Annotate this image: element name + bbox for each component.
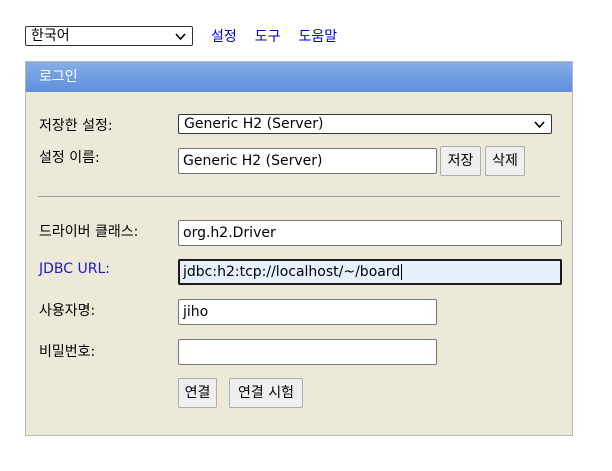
language-select-value: 한국어 — [31, 28, 70, 44]
saved-settings-value: Generic H2 (Server) — [184, 116, 324, 132]
driver-class-label: 드라이버 클래스: — [39, 224, 139, 240]
delete-button[interactable]: 삭제 — [485, 146, 525, 176]
saved-settings-label: 저장한 설정: — [39, 118, 113, 134]
jdbc-url-label[interactable]: JDBC URL: — [39, 261, 110, 277]
connect-button[interactable]: 연결 — [178, 378, 217, 408]
test-connection-button[interactable]: 연결 시험 — [229, 378, 303, 408]
chevron-down-icon — [534, 121, 545, 129]
password-input[interactable] — [178, 339, 437, 365]
text-caret — [401, 264, 403, 280]
save-button[interactable]: 저장 — [440, 146, 481, 176]
saved-settings-select[interactable]: Generic H2 (Server) — [178, 114, 552, 134]
login-panel-header: 로그인 — [26, 62, 572, 92]
help-link[interactable]: 도움말 — [299, 26, 338, 46]
login-panel: 로그인 저장한 설정: Generic H2 (Server) 설정 이름: G… — [25, 61, 573, 436]
jdbc-url-value: jdbc:h2:tcp://localhost/~/board — [183, 264, 401, 280]
jdbc-url-input[interactable]: jdbc:h2:tcp://localhost/~/board — [178, 259, 562, 285]
username-input[interactable]: jiho — [178, 299, 437, 325]
settings-link[interactable]: 설정 — [211, 26, 237, 46]
driver-class-input[interactable]: org.h2.Driver — [178, 220, 562, 246]
divider — [38, 196, 560, 197]
username-label: 사용자명: — [39, 303, 96, 319]
chevron-down-icon — [175, 33, 186, 41]
password-label: 비밀번호: — [39, 344, 96, 360]
language-select[interactable]: 한국어 — [25, 26, 193, 46]
tools-link[interactable]: 도구 — [255, 26, 281, 46]
top-bar: 한국어 설정 도구 도움말 — [25, 25, 337, 47]
setting-name-label: 설정 이름: — [39, 150, 100, 166]
setting-name-input[interactable]: Generic H2 (Server) — [178, 148, 437, 174]
